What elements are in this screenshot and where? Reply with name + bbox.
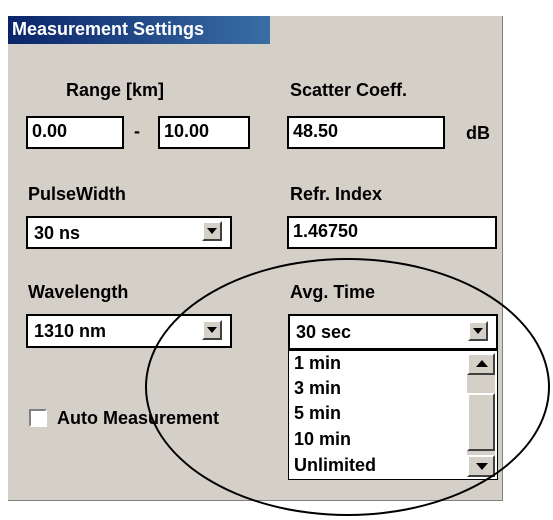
avg-time-select[interactable]: 30 sec xyxy=(288,314,498,350)
scroll-up-button[interactable] xyxy=(467,353,495,375)
pulse-width-value: 30 ns xyxy=(34,223,81,243)
arrow-down-icon xyxy=(476,463,488,470)
scroll-down-button[interactable] xyxy=(467,455,495,477)
range-separator: - xyxy=(134,121,140,141)
chevron-down-icon xyxy=(207,327,217,333)
list-item[interactable]: 5 min xyxy=(294,403,341,423)
scatter-coeff-field[interactable]: 48.50 xyxy=(287,116,445,149)
auto-measurement-label: Auto Measurement xyxy=(57,408,220,428)
range-label: Range [km] xyxy=(66,80,165,100)
wavelength-label: Wavelength xyxy=(28,282,129,302)
window-title: Measurement Settings xyxy=(12,19,205,39)
chevron-down-icon xyxy=(207,228,217,234)
refr-index-label: Refr. Index xyxy=(290,184,383,204)
scatter-coeff-label: Scatter Coeff. xyxy=(290,80,408,100)
auto-measurement-checkbox[interactable] xyxy=(29,409,47,427)
refr-index-field[interactable]: 1.46750 xyxy=(287,216,497,249)
pulse-width-label: PulseWidth xyxy=(28,184,126,204)
wavelength-value: 1310 nm xyxy=(34,321,107,341)
pulse-width-select[interactable]: 30 ns xyxy=(26,216,232,249)
list-item[interactable]: 3 min xyxy=(294,378,341,398)
range-from-field[interactable]: 0.00 xyxy=(26,116,124,149)
scrollbar[interactable] xyxy=(467,353,495,477)
wavelength-select[interactable]: 1310 nm xyxy=(26,314,232,348)
list-item[interactable]: 10 min xyxy=(294,429,351,449)
list-item[interactable]: 1 min xyxy=(294,353,341,373)
avg-time-label: Avg. Time xyxy=(290,282,376,302)
list-item[interactable]: Unlimited xyxy=(294,455,376,475)
wavelength-dropdown-button[interactable] xyxy=(202,320,222,340)
range-to-field[interactable]: 10.00 xyxy=(158,116,250,149)
avg-time-dropdown-list[interactable]: 1 min 3 min 5 min 10 min Unlimited xyxy=(288,350,498,480)
scroll-thumb[interactable] xyxy=(467,393,495,451)
chevron-down-icon xyxy=(473,328,483,334)
avg-time-value: 30 sec xyxy=(296,322,352,342)
arrow-up-icon xyxy=(476,360,488,367)
avg-time-dropdown-button[interactable] xyxy=(468,321,488,341)
pulse-width-dropdown-button[interactable] xyxy=(202,221,222,241)
scatter-unit: dB xyxy=(466,123,490,143)
